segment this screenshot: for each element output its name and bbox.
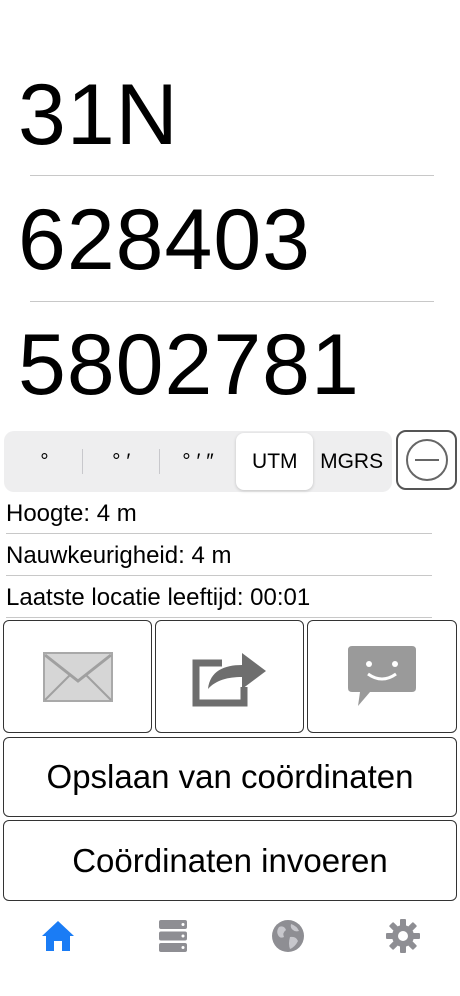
format-option-mgrs[interactable]: MGRS (313, 433, 390, 490)
minus-circle-icon (405, 439, 448, 481)
format-option-degrees[interactable]: ° (6, 433, 83, 490)
divider (30, 301, 434, 302)
format-option-utm[interactable]: UTM (236, 433, 314, 490)
tab-home[interactable] (38, 916, 78, 956)
coordinate-format-selector: ° ° ′ ° ′ ″ UTM MGRS (4, 431, 392, 492)
divider (6, 533, 432, 534)
message-button[interactable] (307, 620, 457, 733)
mail-icon (42, 651, 113, 702)
divider (6, 617, 432, 618)
list-icon (159, 920, 187, 952)
accuracy-label: Nauwkeurigheid: 4 m (6, 542, 232, 569)
location-age-label: Laatste locatie leeftijd: 00:01 (6, 584, 311, 611)
gear-icon (386, 919, 420, 953)
enter-coordinates-button[interactable]: Coördinaten invoeren (3, 820, 457, 901)
tab-map[interactable] (268, 916, 308, 956)
divider (6, 575, 432, 576)
globe-icon (272, 920, 304, 952)
divider (30, 175, 434, 176)
utm-zone-value: 31N (18, 67, 179, 163)
format-option-degrees-minutes-seconds[interactable]: ° ′ ″ (160, 433, 237, 490)
home-icon (42, 921, 74, 951)
tab-saved[interactable] (153, 916, 193, 956)
save-coordinates-button[interactable]: Opslaan van coördinaten (3, 737, 457, 817)
utm-northing-value: 5802781 (18, 317, 360, 413)
share-icon (192, 652, 266, 706)
email-button[interactable] (3, 620, 152, 733)
message-icon (348, 645, 416, 706)
share-button[interactable] (155, 620, 304, 733)
tab-settings[interactable] (383, 916, 423, 956)
tab-bar (0, 904, 460, 974)
utm-easting-value: 628403 (18, 192, 311, 288)
remove-button[interactable] (396, 430, 457, 490)
format-option-degrees-minutes[interactable]: ° ′ (83, 433, 160, 490)
altitude-label: Hoogte: 4 m (6, 500, 137, 527)
